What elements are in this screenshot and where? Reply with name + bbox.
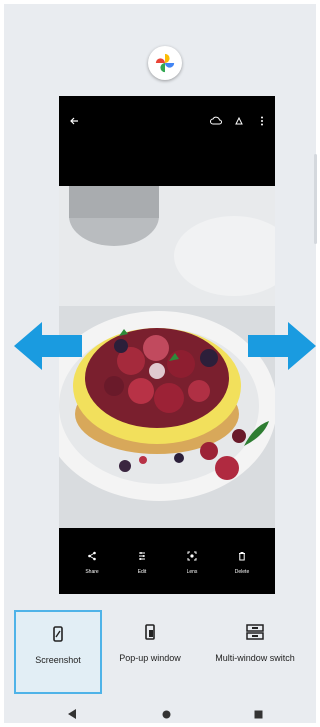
screen: Share Edit Lens Delete Screenshot Pop-up…	[4, 4, 317, 723]
arrow-right-icon	[248, 322, 316, 370]
share-label: Share	[85, 568, 99, 575]
multi-window-switch-icon	[246, 624, 264, 645]
edit-action[interactable]: Edit	[122, 548, 162, 575]
back-triangle-icon[interactable]	[66, 708, 78, 720]
screenshot-option[interactable]: Screenshot	[14, 610, 102, 694]
photo-viewer: Share Edit Lens Delete	[59, 96, 275, 594]
arrow-left-icon	[14, 322, 82, 370]
pop-up-window-option[interactable]: Pop-up window	[112, 610, 188, 694]
google-photos-pinwheel-icon	[148, 46, 182, 80]
smart-options-panel: Screenshot Pop-up window Multi-window sw…	[4, 610, 320, 694]
lens-label: Lens	[186, 568, 198, 575]
delete-icon	[237, 548, 247, 566]
delete-action[interactable]: Delete	[222, 548, 262, 575]
viewer-top-bar	[59, 96, 275, 186]
scroll-indicator	[314, 154, 317, 244]
more-vert-icon[interactable]	[255, 114, 269, 128]
cast-icon[interactable]	[232, 114, 246, 128]
back-arrow-icon[interactable]	[67, 114, 81, 128]
share-action[interactable]: Share	[72, 548, 112, 575]
screenshot-icon	[51, 626, 65, 647]
edit-icon	[137, 548, 147, 566]
lens-action[interactable]: Lens	[172, 548, 212, 575]
pop-up-window-icon	[143, 624, 157, 645]
screenshot-label: Screenshot	[35, 655, 81, 665]
edit-label: Edit	[137, 568, 147, 575]
system-nav-bar	[0, 700, 320, 727]
delete-label: Delete	[234, 568, 250, 575]
multi-window-switch-label: Multi-window switch	[215, 653, 295, 663]
viewer-action-bar: Share Edit Lens Delete	[59, 528, 275, 594]
recents-square-icon[interactable]	[252, 708, 264, 720]
cloud-upload-icon[interactable]	[209, 114, 223, 128]
home-circle-icon[interactable]	[160, 708, 172, 720]
share-icon	[87, 548, 97, 566]
pop-up-window-label: Pop-up window	[119, 653, 181, 663]
lens-icon	[187, 548, 197, 566]
multi-window-switch-option[interactable]: Multi-window switch	[214, 610, 296, 694]
